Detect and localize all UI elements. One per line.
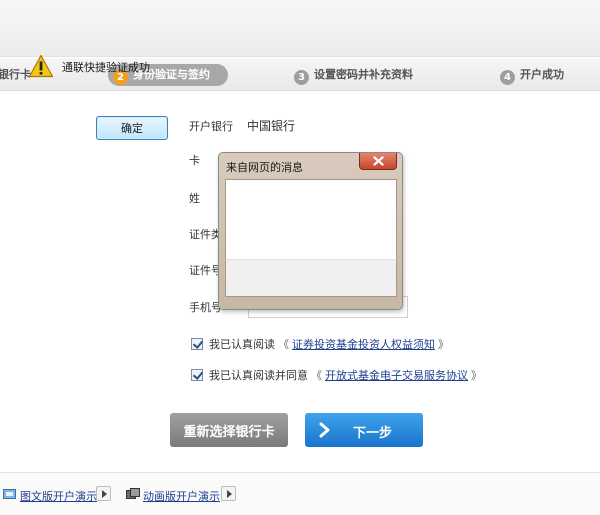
step-number: 4 bbox=[500, 70, 515, 85]
step-set-password: 3 设置密码并补充资料 bbox=[294, 64, 413, 86]
rights-notice-link[interactable]: 证券投资基金投资人权益须知 bbox=[292, 338, 435, 351]
dialog-message: 通联快捷验证成功 bbox=[62, 61, 150, 74]
reselect-bank-card-button[interactable]: 重新选择银行卡 bbox=[170, 413, 288, 447]
agreement-prefix: 我已认真阅读 bbox=[209, 338, 275, 351]
dialog-close-button[interactable] bbox=[359, 153, 397, 170]
close-quote: 》 bbox=[438, 338, 449, 351]
step-number: 3 bbox=[294, 70, 309, 85]
next-step-label: 下一步 bbox=[353, 426, 393, 441]
animation-demo-link[interactable]: 动画版开户演示 bbox=[143, 488, 220, 504]
close-icon bbox=[373, 156, 384, 166]
agreement-prefix: 我已认真阅读并同意 bbox=[209, 369, 308, 382]
chevron-right-icon bbox=[319, 422, 330, 438]
step-success: 4 开户成功 bbox=[500, 64, 564, 86]
dialog-body bbox=[225, 179, 397, 259]
step-label: 设置密码并补充资料 bbox=[314, 68, 413, 81]
graphic-demo-play-icon[interactable] bbox=[96, 486, 111, 501]
name-label: 姓 bbox=[189, 192, 200, 205]
dialog-title: 来自网页的消息 bbox=[226, 161, 303, 174]
open-quote: 《 bbox=[278, 338, 289, 351]
dialog-ok-button[interactable]: 确定 bbox=[96, 116, 168, 140]
step-label: 银行卡 bbox=[0, 68, 31, 81]
step-label: 开户成功 bbox=[520, 68, 564, 81]
service-agreement-link[interactable]: 开放式基金电子交易服务协议 bbox=[325, 369, 468, 382]
dialog-footer bbox=[225, 259, 397, 297]
warning-icon bbox=[28, 54, 54, 78]
agreement-checkbox-service[interactable] bbox=[191, 369, 203, 381]
agreement-row-service: 我已认真阅读并同意《开放式基金电子交易服务协议》 bbox=[191, 367, 485, 383]
card-label: 卡 bbox=[189, 154, 200, 167]
graphic-demo-icon bbox=[3, 489, 16, 499]
animation-demo-icon bbox=[126, 488, 140, 499]
agreement-row-rights: 我已认真阅读《证券投资基金投资人权益须知》 bbox=[191, 336, 452, 352]
open-quote: 《 bbox=[311, 369, 322, 382]
animation-demo-play-icon[interactable] bbox=[221, 486, 236, 501]
agreement-checkbox-rights[interactable] bbox=[191, 338, 203, 350]
next-step-button[interactable]: 下一步 bbox=[305, 413, 423, 447]
step-bank-card: 银行卡 bbox=[0, 64, 31, 86]
close-quote: 》 bbox=[471, 369, 482, 382]
bank-label: 开户银行 bbox=[189, 120, 233, 133]
top-header-band bbox=[0, 0, 600, 57]
alert-dialog: 来自网页的消息 bbox=[218, 152, 403, 310]
bank-value: 中国银行 bbox=[247, 119, 296, 133]
graphic-demo-link[interactable]: 图文版开户演示 bbox=[20, 488, 97, 504]
